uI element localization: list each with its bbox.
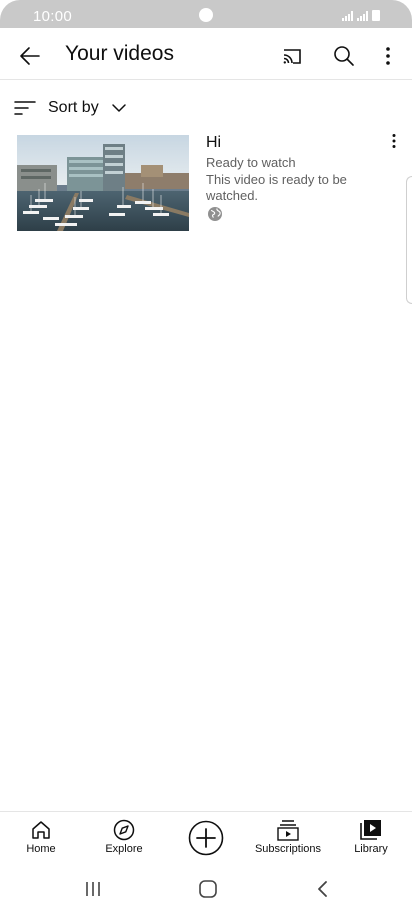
search-icon bbox=[334, 46, 354, 66]
app-bar: Your videos bbox=[0, 30, 412, 80]
cast-button[interactable] bbox=[276, 40, 308, 72]
status-time: 10:00 bbox=[33, 8, 73, 25]
nav-create[interactable] bbox=[186, 812, 226, 864]
signal-icon bbox=[342, 11, 353, 21]
recents-icon bbox=[86, 882, 100, 896]
sort-icon bbox=[14, 101, 36, 115]
search-button[interactable] bbox=[328, 40, 360, 72]
compass-icon bbox=[113, 819, 135, 841]
globe-icon bbox=[208, 207, 222, 221]
system-home-button[interactable] bbox=[192, 875, 224, 903]
chevron-down-icon bbox=[111, 104, 126, 112]
nav-explore-label: Explore bbox=[105, 843, 143, 855]
nav-explore[interactable]: Explore bbox=[96, 812, 152, 864]
sort-button[interactable]: Sort by bbox=[14, 94, 127, 122]
edge-panel-handle[interactable] bbox=[406, 176, 412, 304]
nav-subscriptions-label: Subscriptions bbox=[254, 843, 322, 855]
signal-icon-2 bbox=[357, 11, 368, 21]
chevron-left-icon bbox=[318, 881, 327, 897]
page-title: Your videos bbox=[65, 42, 174, 65]
library-icon bbox=[360, 820, 381, 840]
system-navigation-bar bbox=[0, 863, 412, 915]
video-thumbnail[interactable] bbox=[17, 135, 189, 231]
more-vert-icon bbox=[392, 134, 396, 148]
recent-apps-button[interactable] bbox=[77, 875, 109, 903]
bottom-navigation: Home Explore Subscriptions Library bbox=[0, 811, 412, 863]
nav-library-label: Library bbox=[354, 843, 388, 855]
system-back-button[interactable] bbox=[307, 875, 339, 903]
arrow-left-icon bbox=[20, 47, 40, 65]
more-options-button[interactable] bbox=[372, 40, 404, 72]
status-icons bbox=[342, 10, 380, 21]
nav-subscriptions[interactable]: Subscriptions bbox=[250, 812, 326, 864]
video-title[interactable]: Hi bbox=[206, 134, 221, 152]
video-description: This video is ready to be watched. bbox=[206, 172, 347, 203]
sort-label: Sort by bbox=[48, 99, 99, 116]
cast-icon bbox=[283, 49, 301, 64]
subscriptions-icon bbox=[277, 820, 299, 841]
battery-icon bbox=[372, 10, 380, 21]
video-list-item[interactable]: Hi Ready to watch This video is ready to… bbox=[17, 134, 412, 232]
status-bar: 10:00 bbox=[0, 0, 412, 30]
more-vert-icon bbox=[386, 47, 390, 65]
video-status: Ready to watch bbox=[206, 155, 296, 170]
plus-circle-icon bbox=[188, 820, 224, 856]
nav-home[interactable]: Home bbox=[16, 812, 66, 864]
back-button[interactable] bbox=[14, 40, 46, 72]
nav-library[interactable]: Library bbox=[346, 812, 396, 864]
marina-thumbnail-image bbox=[17, 135, 189, 231]
video-more-button[interactable] bbox=[383, 128, 405, 154]
home-icon bbox=[32, 821, 50, 839]
nav-home-label: Home bbox=[26, 843, 56, 855]
camera-cutout bbox=[199, 8, 213, 22]
home-outline-icon bbox=[199, 880, 217, 898]
